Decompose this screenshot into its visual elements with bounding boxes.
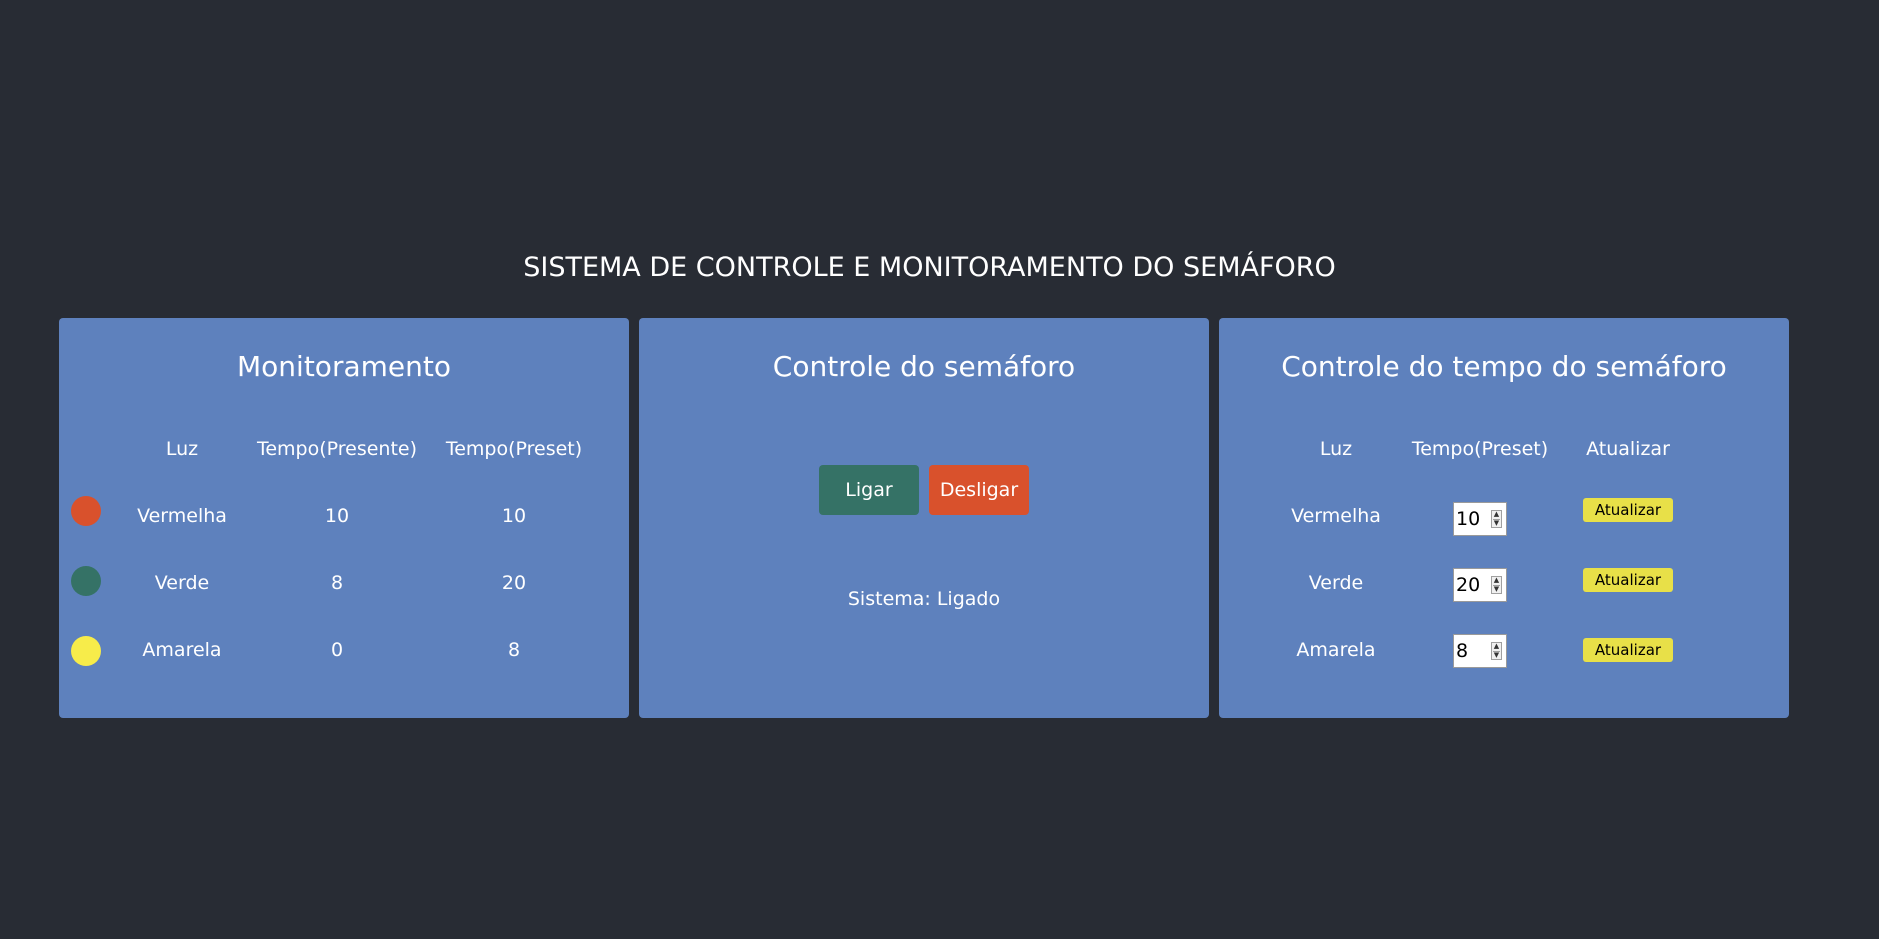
green-light-indicator	[71, 566, 101, 596]
header-tempo-preset: Tempo(Preset)	[445, 438, 583, 460]
time-header-luz: Luz	[1319, 438, 1353, 460]
control-title: Controle do semáforo	[772, 350, 1076, 383]
red-time-stepper[interactable]: ▲ ▼	[1453, 502, 1507, 536]
time-control-title: Controle do tempo do semáforo	[1281, 350, 1727, 383]
spin-down-icon[interactable]: ▼	[1493, 651, 1500, 659]
time-row-yellow-luz: Amarela	[1296, 639, 1376, 661]
row-red-presente: 10	[324, 505, 350, 527]
spin-up-icon[interactable]: ▲	[1493, 511, 1500, 518]
time-header-atualizar: Atualizar	[1586, 438, 1670, 460]
off-button[interactable]: Desligar	[929, 465, 1029, 515]
update-red-button[interactable]: Atualizar	[1583, 498, 1673, 522]
on-button[interactable]: Ligar	[819, 465, 919, 515]
time-row-green-luz: Verde	[1308, 572, 1364, 594]
row-yellow-presente: 0	[330, 639, 344, 661]
yellow-time-stepper[interactable]: ▲ ▼	[1453, 634, 1507, 668]
row-green-presente: 8	[330, 572, 344, 594]
spin-down-icon[interactable]: ▼	[1493, 585, 1500, 593]
monitoring-panel: Monitoramento Luz Tempo(Presente) Tempo(…	[59, 318, 629, 718]
control-panel: Controle do semáforo Ligar Desligar Sist…	[639, 318, 1209, 718]
header-tempo-presente: Tempo(Presente)	[256, 438, 418, 460]
time-row-red-luz: Vermelha	[1291, 505, 1381, 527]
yellow-spin-buttons[interactable]: ▲ ▼	[1491, 642, 1502, 660]
header-luz: Luz	[165, 438, 199, 460]
spin-up-icon[interactable]: ▲	[1493, 577, 1500, 584]
row-yellow-luz: Amarela	[142, 639, 222, 661]
red-light-indicator	[71, 496, 101, 526]
update-green-button[interactable]: Atualizar	[1583, 568, 1673, 592]
green-time-stepper[interactable]: ▲ ▼	[1453, 568, 1507, 602]
time-header-tempo-preset: Tempo(Preset)	[1411, 438, 1549, 460]
row-green-luz: Verde	[154, 572, 210, 594]
green-time-input[interactable]	[1456, 572, 1486, 598]
monitoring-title: Monitoramento	[237, 350, 451, 383]
spin-up-icon[interactable]: ▲	[1493, 643, 1500, 650]
time-control-panel: Controle do tempo do semáforo Luz Tempo(…	[1219, 318, 1789, 718]
system-status: Sistema: Ligado	[847, 588, 1001, 610]
yellow-time-input[interactable]	[1456, 638, 1486, 664]
red-spin-buttons[interactable]: ▲ ▼	[1491, 510, 1502, 528]
red-time-input[interactable]	[1456, 506, 1486, 532]
row-yellow-preset: 8	[507, 639, 521, 661]
page-title: SISTEMA DE CONTROLE E MONITORAMENTO DO S…	[523, 252, 1336, 283]
row-green-preset: 20	[501, 572, 527, 594]
green-spin-buttons[interactable]: ▲ ▼	[1491, 576, 1502, 594]
row-red-luz: Vermelha	[137, 505, 227, 527]
yellow-light-indicator	[71, 636, 101, 666]
spin-down-icon[interactable]: ▼	[1493, 519, 1500, 527]
row-red-preset: 10	[501, 505, 527, 527]
update-yellow-button[interactable]: Atualizar	[1583, 638, 1673, 662]
